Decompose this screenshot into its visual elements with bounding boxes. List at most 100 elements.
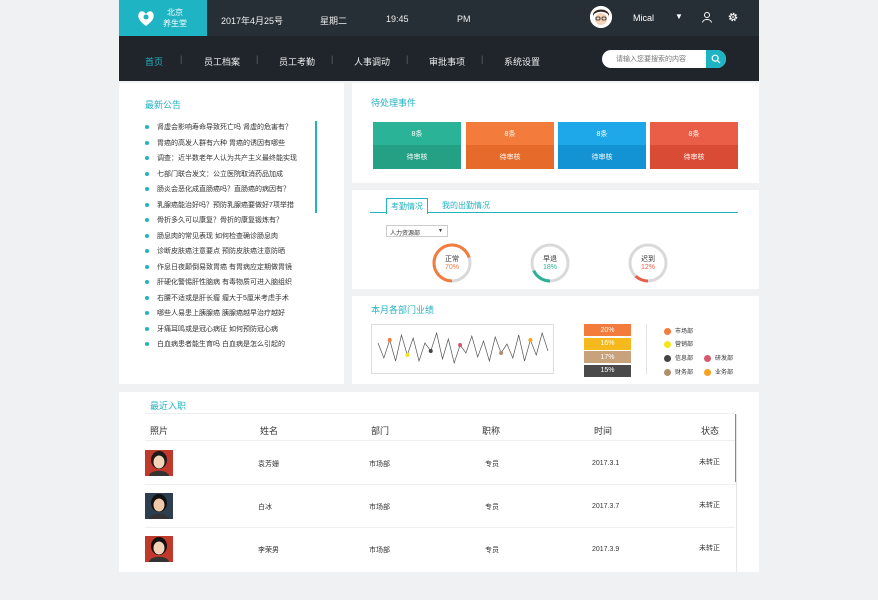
search-button[interactable]: [706, 50, 726, 68]
legend-item: 研发部: [704, 353, 733, 362]
username[interactable]: Mical: [633, 13, 654, 23]
nav-home[interactable]: 首页: [145, 55, 163, 68]
logo-line-2: 养生堂: [163, 19, 187, 28]
department-select[interactable]: 人力资源部 ▼: [386, 225, 448, 237]
notice-text: 肠息肉的常见表现 如何检查确诊肠息肉: [157, 232, 278, 240]
pending-card[interactable]: 8条 待审核: [558, 122, 646, 169]
table-row[interactable]: 袁芳姗 市场部 专员 2017.3.1 未转正: [119, 450, 759, 484]
nav-transfer[interactable]: 人事调动: [354, 55, 390, 68]
notice-item[interactable]: 七部门联合发文：公立医院取消药品加成: [145, 169, 313, 179]
nav-employee-records[interactable]: 员工档案: [204, 55, 240, 68]
column-header: 职称: [482, 426, 501, 436]
employee-status: 未转正: [699, 545, 720, 552]
person-photo-icon: [149, 451, 169, 476]
column-header: 时间: [594, 426, 613, 436]
notice-text: 骨折多久可以康复？骨折的康复锻炼有？: [157, 217, 283, 224]
user-dropdown-icon[interactable]: ▼: [675, 12, 683, 21]
department-select-value: 人力资源部: [390, 231, 421, 237]
employee-dept: 市场部: [369, 461, 390, 468]
notice-item[interactable]: 白血病患者能生育吗 白血病是怎么引起的: [145, 339, 313, 349]
legend-swatch: [664, 354, 671, 362]
legend-swatch: [704, 368, 711, 376]
nav-approval[interactable]: 审批事项: [429, 55, 465, 68]
heart-hands-icon: [138, 11, 154, 26]
notice-text: 肠炎会恶化成直肠癌吗？直肠癌的病因有？: [157, 186, 290, 193]
legend-item: 市场部: [664, 326, 693, 335]
notice-item[interactable]: 肠息肉的常见表现 如何检查确诊肠息肉: [145, 231, 313, 241]
notice-text: 七部门联合发文：公立医院取消药品加成: [157, 170, 283, 178]
attendance-gauge: 正常 70%: [431, 242, 473, 284]
legend-item: 信息部: [664, 353, 693, 362]
notice-item[interactable]: 右腰不适或是肝长瘤 瘤大于5厘米考虑手术: [145, 293, 313, 303]
gauge-label: 早退: [543, 256, 557, 263]
performance-bar: 17%: [584, 351, 631, 363]
current-weekday: 星期二: [320, 16, 348, 26]
performance-point: [499, 351, 504, 355]
gear-icon[interactable]: [727, 11, 739, 23]
table-row[interactable]: 李荣男 市场部 专员 2017.3.9 未转正: [119, 536, 759, 570]
column-header: 照片: [150, 426, 169, 436]
attendance-panel: 考勤情况 我的出勤情况 人力资源部 ▼ 正常 70% 早退 18% 迟到 12%: [352, 190, 759, 289]
nav-settings[interactable]: 系统设置: [504, 55, 540, 68]
employee-date: 2017.3.9: [592, 546, 620, 553]
pending-card[interactable]: 8条 待审核: [466, 122, 554, 169]
notice-item[interactable]: 哪些人易患上胰腺癌 胰腺癌越早治疗越好: [145, 308, 313, 318]
legend-divider: [646, 324, 647, 374]
notice-text: 肾虚会影响寿命导致死亡吗 肾虚的危害有？: [157, 124, 292, 131]
notice-text: 胃癌的高发人群有六种 胃癌的诱因有哪些: [157, 139, 285, 147]
notice-item[interactable]: 肾虚会影响寿命导致死亡吗 肾虚的危害有？: [145, 122, 313, 132]
performance-series-line: [377, 331, 549, 365]
notice-item[interactable]: 胃癌的高发人群有六种 胃癌的诱因有哪些: [145, 138, 313, 148]
employee-title: 专员: [485, 504, 499, 511]
search-input[interactable]: [602, 50, 702, 68]
nav-attendance[interactable]: 员工考勤: [279, 55, 315, 68]
employee-photo: [145, 450, 173, 476]
notice-item[interactable]: 诊断皮肤癌注意要点 预防皮肤癌注意防晒: [145, 246, 313, 256]
employee-photo: [145, 493, 173, 519]
tab-my-attendance[interactable]: 我的出勤情况: [442, 200, 490, 211]
employee-name: 李荣男: [258, 547, 279, 554]
person-photo-icon: [149, 494, 169, 519]
search-icon: [711, 54, 721, 64]
current-date: 2017年4月25号: [221, 16, 284, 26]
notice-scrollbar[interactable]: [315, 121, 317, 213]
notice-panel: 最新公告 肾虚会影响寿命导致死亡吗 肾虚的危害有？ 胃癌的高发人群有六种 胃癌的诱…: [119, 83, 344, 384]
employee-title: 专员: [485, 547, 499, 554]
notice-item[interactable]: 牙痛耳鸣或是冠心病征 如何预防冠心病: [145, 324, 313, 334]
notice-item[interactable]: 乳腺癌能治好吗？预防乳腺癌要做好7项举措: [145, 200, 313, 210]
gauge-value: 12%: [640, 264, 655, 271]
pending-card[interactable]: 8条 待审核: [373, 122, 461, 169]
notice-item[interactable]: 调查：近半数老年人认为共产主义最终能实现: [145, 153, 313, 163]
logo[interactable]: 北京 养生堂: [119, 0, 207, 36]
notice-item[interactable]: 肠炎会恶化成直肠癌吗？直肠癌的病因有？: [145, 184, 313, 194]
notice-title: 最新公告: [145, 100, 182, 110]
pending-card[interactable]: 8条 待审核: [650, 122, 738, 169]
pending-label: 待审核: [373, 145, 461, 169]
legend-label: 市场部: [675, 329, 694, 335]
chevron-down-icon: ▼: [438, 228, 443, 234]
notice-item[interactable]: 肝硬化警惕肝性脑病 有毒物质可进入脑组织: [145, 277, 313, 287]
pending-title: 待处理事件: [371, 98, 417, 108]
notice-text: 牙痛耳鸣或是冠心病征 如何预防冠心病: [157, 325, 278, 333]
tab-attendance[interactable]: 考勤情况: [386, 198, 428, 214]
user-icon[interactable]: [701, 11, 713, 23]
nav-separator: |: [331, 54, 334, 64]
pending-count: 8条: [558, 122, 646, 145]
user-avatar[interactable]: [590, 6, 612, 28]
employee-date: 2017.3.7: [592, 503, 620, 510]
line-chart-svg: [377, 331, 549, 365]
notice-item[interactable]: 骨折多久可以康复？骨折的康复锻炼有？: [145, 215, 313, 225]
recent-title: 最近入职: [150, 401, 187, 411]
legend-item: 业务部: [704, 367, 733, 376]
employee-status: 未转正: [699, 459, 720, 466]
legend-item: 财务部: [664, 367, 693, 376]
table-row[interactable]: 白冰 市场部 专员 2017.3.7 未转正: [119, 493, 759, 527]
legend-swatch: [664, 327, 671, 335]
employee-dept: 市场部: [369, 547, 390, 554]
employee-name: 袁芳姗: [258, 461, 279, 468]
attendance-gauge: 早退 18%: [529, 242, 571, 284]
scroll-track: [736, 414, 737, 572]
row-divider: [145, 527, 735, 528]
performance-title: 本月各部门业绩: [371, 305, 435, 315]
notice-item[interactable]: 作息日夜颠倒易致胃癌 有胃病应定期做胃镜: [145, 262, 313, 272]
